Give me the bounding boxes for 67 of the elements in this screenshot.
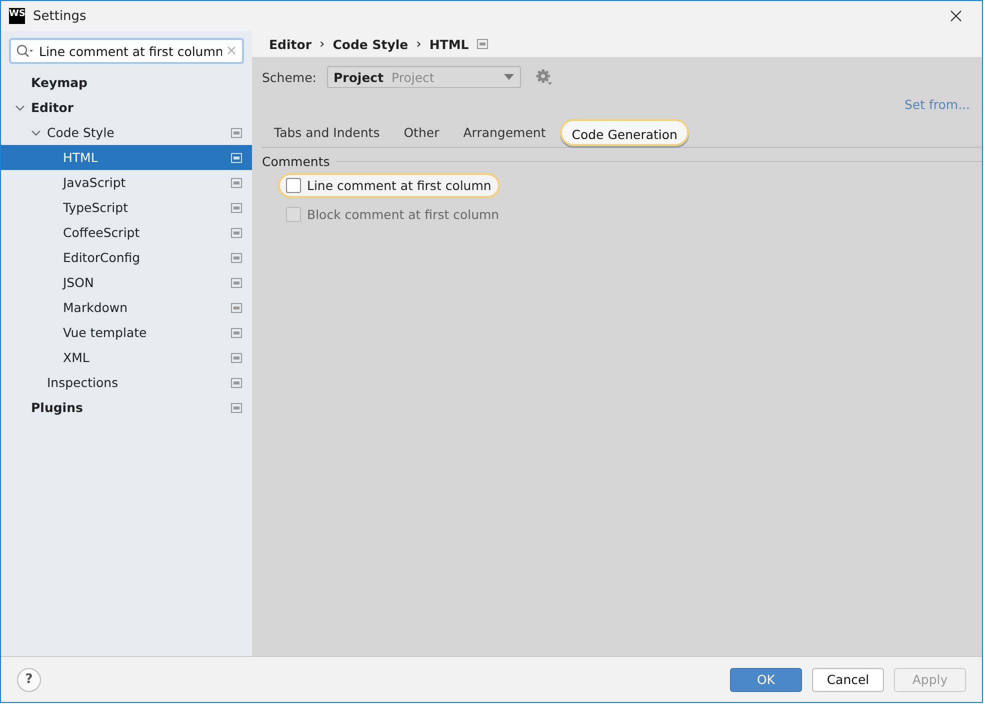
chevron-icon[interactable]: [31, 128, 41, 138]
project-scope-icon: [231, 178, 242, 188]
tree-item[interactable]: JavaScript: [1, 170, 252, 195]
project-scope-icon: [476, 39, 488, 49]
tree-item[interactable]: TypeScript: [1, 195, 252, 220]
tree-item[interactable]: Markdown: [1, 295, 252, 320]
tree-item[interactable]: HTML: [1, 145, 252, 170]
dialog-button[interactable]: OK: [730, 668, 802, 692]
tab[interactable]: Arrangement: [453, 119, 556, 146]
scheme-dropdown[interactable]: Project Project: [326, 66, 520, 88]
help-button[interactable]: ?: [17, 668, 41, 692]
tab[interactable]: Tabs and Indents: [264, 119, 390, 146]
tab[interactable]: Other: [394, 119, 450, 146]
section-title: Comments: [262, 154, 330, 169]
project-scope-icon: [231, 278, 242, 288]
window-title: Settings: [33, 8, 86, 24]
chevron-icon[interactable]: [15, 102, 25, 112]
project-scope-icon: [231, 352, 242, 362]
settings-icon[interactable]: [534, 68, 552, 86]
tree-item[interactable]: Editor: [1, 95, 252, 120]
breadcrumb-item: HTML: [429, 36, 469, 52]
app-logo: WS: [9, 8, 25, 24]
project-scope-icon: [231, 252, 242, 262]
breadcrumb-item: Editor: [269, 36, 312, 52]
caret-icon: [504, 74, 514, 80]
tree-label: Inspections: [47, 375, 118, 390]
clear-icon[interactable]: [227, 46, 236, 55]
tree-item[interactable]: Code Style: [1, 120, 252, 145]
breadcrumb-item: Code Style: [332, 36, 408, 52]
tree-item[interactable]: Vue template: [1, 320, 252, 345]
scheme-label: Scheme:: [262, 70, 316, 84]
tree-item[interactable]: CoffeeScript: [1, 220, 252, 245]
tree-label: Markdown: [63, 300, 128, 315]
project-scope-icon: [231, 128, 242, 138]
tree-item[interactable]: Keymap: [1, 70, 252, 95]
tree-label: Editor: [31, 100, 74, 115]
checkbox-option[interactable]: Line comment at first column: [278, 173, 500, 198]
tree-label: Plugins: [31, 400, 83, 415]
tree-label: JSON: [63, 275, 94, 290]
tree-label: JavaScript: [63, 175, 126, 190]
project-scope-icon: [231, 228, 242, 238]
tree-label: EditorConfig: [63, 250, 140, 265]
tree-label: HTML: [63, 150, 98, 165]
project-scope-icon: [231, 402, 242, 412]
tree-label: Vue template: [63, 325, 147, 340]
search-field[interactable]: Line comment at first column: [9, 38, 244, 64]
dialog-button[interactable]: Cancel: [812, 668, 884, 692]
tree-label: XML: [63, 350, 90, 365]
project-scope-icon: [231, 152, 242, 162]
tree-label: CoffeeScript: [63, 225, 140, 240]
project-scope-icon: [231, 302, 242, 312]
tree-item[interactable]: EditorConfig: [1, 245, 252, 270]
project-scope-icon: [231, 328, 242, 338]
project-scope-icon: [231, 378, 242, 388]
tree-label: Code Style: [47, 125, 114, 140]
search-icon: [16, 44, 34, 58]
tree-item[interactable]: JSON: [1, 270, 252, 295]
tree-item[interactable]: Plugins: [1, 395, 252, 420]
tab[interactable]: Code Generation: [560, 119, 690, 146]
breadcrumb-separator-icon: ›: [416, 36, 422, 52]
project-scope-icon: [231, 202, 242, 212]
tree-item[interactable]: Inspections: [1, 370, 252, 395]
tree-item[interactable]: XML: [1, 345, 252, 370]
tree-label: Keymap: [31, 75, 88, 90]
close-icon[interactable]: [950, 10, 962, 22]
breadcrumb-separator-icon: ›: [320, 36, 325, 52]
tree-label: TypeScript: [63, 200, 128, 215]
